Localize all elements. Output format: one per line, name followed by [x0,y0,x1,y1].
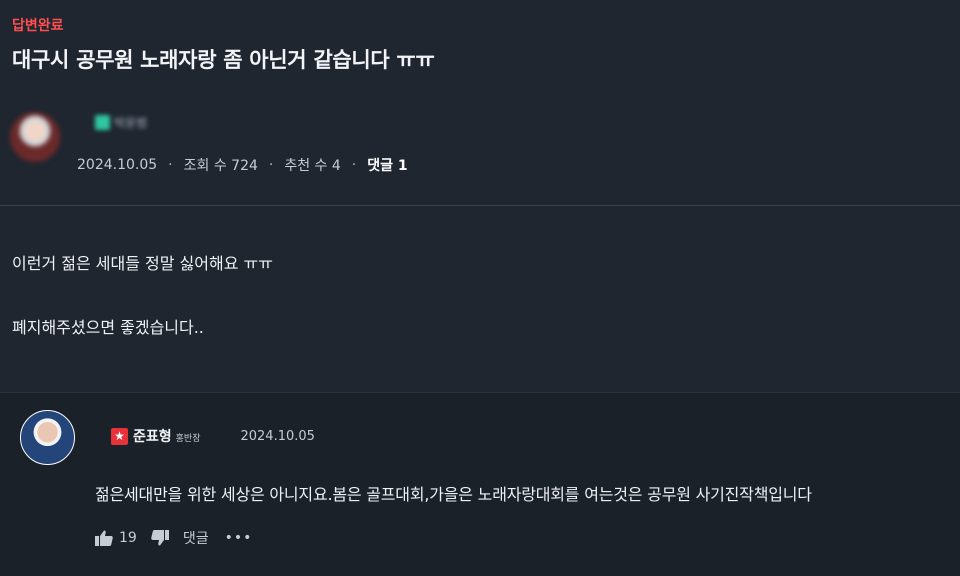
comment-actions: 19 댓글 ••• [95,528,252,548]
post-meta: 2024.10.05 · 조회 수 724 · 추천 수 4 · 댓글 1 [77,155,408,175]
more-icon[interactable]: ••• [225,530,253,546]
author-info[interactable]: 박윤범 [95,114,147,131]
commenter-role: 홍반장 [175,433,201,444]
thumbs-down-icon[interactable] [151,530,169,546]
post-body-line: 이런거 젊은 세대들 정말 싫어해요 ㅠㅠ [12,254,273,273]
comment-text: 젊은세대만을 위한 세상은 아니지요.봄은 골프대회,가을은 노래자랑대회를 여… [95,485,812,504]
comment-header: ★ 준표형 홍반장 2024.10.05 [111,426,315,446]
thumbs-up-icon[interactable] [95,530,113,546]
like-count: 19 [119,530,137,546]
post-title: 대구시 공무원 노래자랑 좀 아닌거 같습니다 ㅠㅠ [12,48,435,72]
answered-badge: 답변완료 [12,18,64,34]
recommend-count: 추천 수 4 [284,158,341,174]
author-avatar[interactable] [10,112,60,162]
meta-separator: · [351,157,357,173]
comment-date: 2024.10.05 [240,428,315,444]
author-level-icon [95,115,110,130]
commenter-name[interactable]: 준표형 [133,426,172,446]
author-name: 박윤범 [114,116,148,130]
star-icon: ★ [111,427,128,445]
commenter-avatar[interactable] [20,410,75,465]
reply-button[interactable]: 댓글 [183,528,209,548]
view-count: 조회 수 724 [183,158,258,174]
header-divider [0,205,960,206]
meta-separator: · [168,157,173,173]
comment-count-link[interactable]: 댓글 1 [367,155,407,175]
post-body-line: 폐지해주셨으면 좋겠습니다.. [12,318,204,337]
post-date: 2024.10.05 [77,157,158,173]
meta-separator: · [268,157,274,173]
